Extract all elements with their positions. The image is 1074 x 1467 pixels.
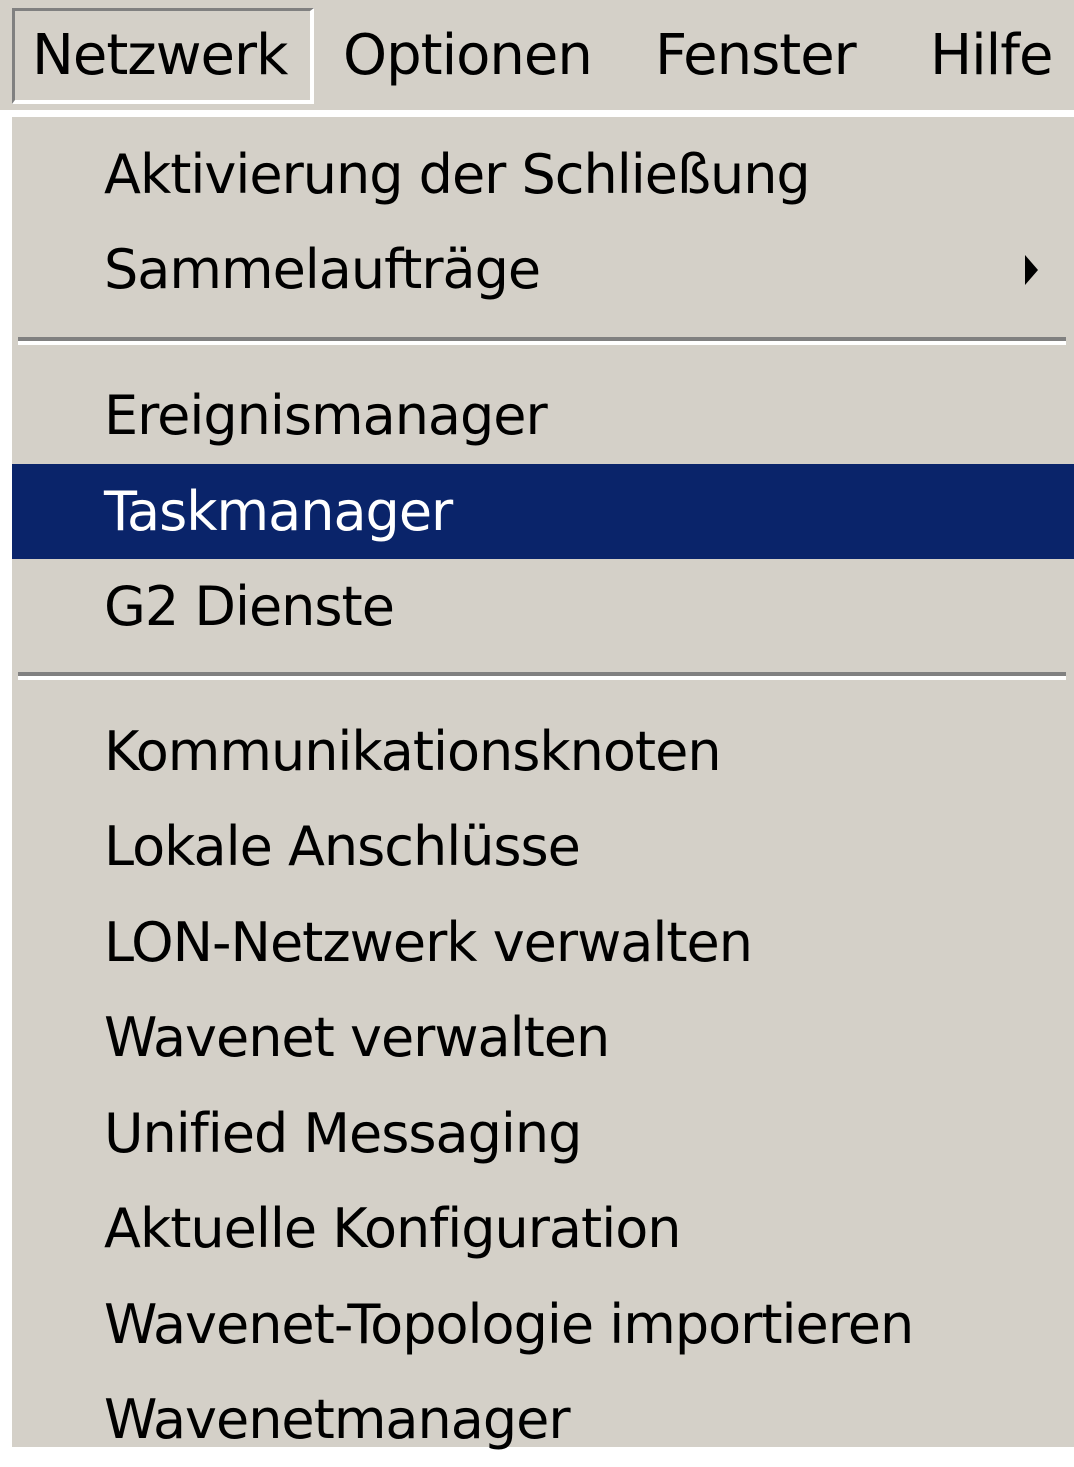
menu-item-label: Unified Messaging [104,1102,582,1165]
menu-item-label: Aktuelle Konfiguration [104,1197,681,1260]
menu-separator [18,672,1066,680]
menu-fenster[interactable]: Fenster [655,0,857,110]
menu-item-label: Lokale Anschlüsse [104,815,581,878]
menu-hilfe[interactable]: Hilfe [930,0,1053,110]
menu-item-label: Taskmanager [104,480,453,543]
menu-item-label: G2 Dienste [104,575,395,638]
menu-item-label: Wavenetmanager [104,1388,571,1451]
menu-item-sammelauftraege[interactable]: Sammelaufträge [12,222,1074,317]
menu-item-label: Ereignismanager [104,384,548,447]
menu-netzwerk[interactable]: Netzwerk [12,8,314,104]
menu-item-taskmanager[interactable]: Taskmanager [12,464,1074,559]
menu-item-aktuelle-konfiguration[interactable]: Aktuelle Konfiguration [12,1181,1074,1276]
netzwerk-dropdown-menu: Aktivierung der Schließung Sammelaufträg… [12,113,1074,1451]
menu-item-wavenetmanager[interactable]: Wavenetmanager [12,1372,1074,1467]
menu-item-wavenet-topologie-importieren[interactable]: Wavenet-Topologie importieren [12,1277,1074,1372]
menu-bar: Netzwerk Optionen Fenster Hilfe [0,0,1074,110]
menu-item-label: Wavenet-Topologie importieren [104,1293,914,1356]
menu-item-unified-messaging[interactable]: Unified Messaging [12,1086,1074,1181]
menu-item-aktivierung-der-schliessung[interactable]: Aktivierung der Schließung [12,127,1074,222]
menu-item-ereignismanager[interactable]: Ereignismanager [12,368,1074,463]
menu-item-label: LON-Netzwerk verwalten [104,911,753,974]
menu-item-g2-dienste[interactable]: G2 Dienste [12,559,1074,654]
menu-item-label: Aktivierung der Schließung [104,143,811,206]
menu-item-label: Sammelaufträge [104,238,541,301]
menu-separator [18,337,1066,345]
menu-item-lokale-anschluesse[interactable]: Lokale Anschlüsse [12,799,1074,894]
menu-item-label: Kommunikationsknoten [104,720,722,783]
menu-item-kommunikationsknoten[interactable]: Kommunikationsknoten [12,704,1074,799]
menu-item-label: Wavenet verwalten [104,1006,610,1069]
menu-item-lon-netzwerk-verwalten[interactable]: LON-Netzwerk verwalten [12,895,1074,990]
submenu-arrow-icon [1025,254,1038,285]
menu-optionen[interactable]: Optionen [343,0,593,110]
menu-item-wavenet-verwalten[interactable]: Wavenet verwalten [12,990,1074,1085]
